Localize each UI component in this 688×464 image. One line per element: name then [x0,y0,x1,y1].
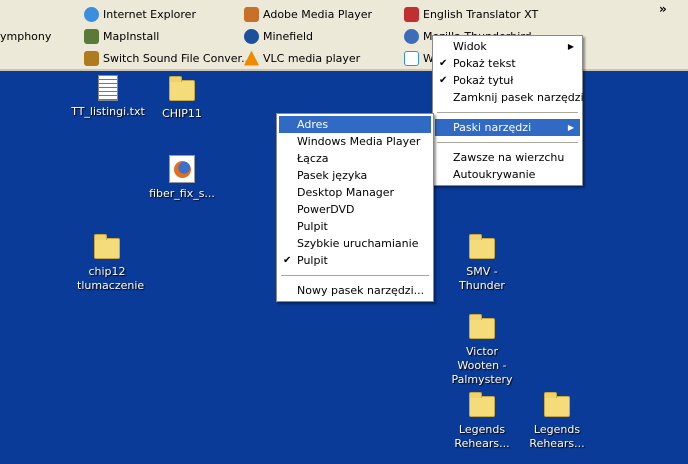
folder-icon [544,392,570,417]
menu-item-label: Adres [297,118,329,131]
desktop-icon-fiber-fix[interactable]: fiber_fix_s... [142,155,222,201]
thunderbird-icon [404,28,419,44]
menu-item-label: Pulpit [297,254,328,267]
toolbar-item-label: Internet Explorer [103,7,196,21]
menu-item-label: Autoukrywanie [453,168,536,181]
desktop-icon-smv-thunder[interactable]: SMV - Thunder [442,234,522,293]
english-translator-icon [404,6,419,22]
submenu-item-szybkie-uruchamianie[interactable]: Szybkie uruchamianie [279,235,431,252]
toolbar-item-label: ymphony [0,29,52,43]
menu-item-label: PowerDVD [297,203,355,216]
toolbar-item-english-translator[interactable]: English Translator XT [404,5,538,23]
desktop-icon-tt-listingi[interactable]: TT_listingi.txt [68,75,148,119]
quick-launch-toolbar: ymphony Internet Explorer MapInstall Swi… [0,0,688,71]
menu-item-autoukrywanie[interactable]: Autoukrywanie [435,166,580,183]
toolbar-item-internet-explorer[interactable]: Internet Explorer [84,5,196,23]
submenu-item-pasek-jezyka[interactable]: Pasek języka [279,167,431,184]
toolbar-item-symphony[interactable]: ymphony [0,27,51,45]
submenu-arrow-icon: ▶ [567,123,574,132]
desktop-icon-label: chip12 tlumaczenie [77,265,145,292]
folder-icon [469,234,495,259]
desktop-icon-label: Victor Wooten - Palmystery [451,345,513,386]
menu-item-paski-narzedzi[interactable]: Paski narzędzi ▶ [435,119,580,136]
desktop-icon-label: Legends Rehears... [529,423,585,450]
desktop-icon-legends-1[interactable]: Legends Rehears... [442,392,522,451]
text-file-icon [98,75,118,101]
desktop-icon-label: fiber_fix_s... [149,187,215,200]
menu-item-label: Windows Media Player [297,135,421,148]
toolbar-item-adobe-media-player[interactable]: Adobe Media Player [244,5,372,23]
menu-item-label: Szybkie uruchamianie [297,237,419,250]
submenu-item-pulpit[interactable]: Pulpit [279,218,431,235]
toolbar-item-label: MapInstall [103,29,160,43]
desktop-icon-chip11[interactable]: CHIP11 [142,76,222,121]
menu-item-label: Paski narzędzi [453,121,532,134]
menu-item-zawsze-na-wierzchu[interactable]: Zawsze na wierzchu [435,149,580,166]
toolbar-context-menu: Widok ▶ ✔ Pokaż tekst ✔ Pokaż tytuł Zamknij… [432,35,584,186]
menu-separator [281,275,429,276]
submenu-item-pulpit-checked[interactable]: ✔ Pulpit [279,252,431,269]
menu-separator [437,142,578,143]
submenu-item-desktop-manager[interactable]: Desktop Manager [279,184,431,201]
menu-item-label: Nowy pasek narzędzi... [297,284,425,297]
desktop-icon-label: TT_listingi.txt [71,105,145,118]
menu-item-widok[interactable]: Widok ▶ [435,38,580,55]
toolbar-item-label: VLC media player [263,51,361,65]
folder-icon [169,76,195,101]
menu-item-label: Zawsze na wierzchu [453,151,565,164]
toolbars-submenu: Adres Windows Media Player Łącza Pasek j… [276,113,434,302]
submenu-item-windows-media-player[interactable]: Windows Media Player [279,133,431,150]
toolbar-overflow-chevron[interactable]: » [659,2,667,16]
menu-item-pokaz-tekst[interactable]: ✔ Pokaż tekst [435,55,580,72]
menu-separator [437,112,578,113]
adobe-media-player-icon [244,6,259,22]
menu-item-label: Pulpit [297,220,328,233]
submenu-item-adres[interactable]: Adres [279,116,431,133]
folder-icon [469,314,495,339]
minefield-icon [244,28,259,44]
menu-item-zamknij[interactable]: Zamknij pasek narzędzi [435,89,584,106]
toolbar-item-label: Switch Sound File Conver... [103,51,252,65]
checkmark-icon: ✔ [439,75,448,86]
folder-icon [469,392,495,417]
desktop-icon-legends-2[interactable]: Legends Rehears... [517,392,597,451]
toolbar-item-label: Minefield [263,29,314,43]
desktop-icon-label: Legends Rehears... [454,423,510,450]
folder-icon [94,234,120,259]
toolbar-item-minefield[interactable]: Minefield [244,27,313,45]
toolbar-item-label: English Translator XT [423,7,539,21]
toolbar-item-vlc[interactable]: VLC media player [244,49,360,67]
document-ie-icon [404,50,419,66]
mapinstall-icon [84,28,99,44]
firefox-shortcut-icon [169,155,195,183]
toolbar-item-mapinstall[interactable]: MapInstall [84,27,159,45]
checkmark-icon: ✔ [439,58,448,69]
submenu-item-lacza[interactable]: Łącza [279,150,431,167]
toolbar-item-label: Adobe Media Player [263,7,373,21]
submenu-item-powerdvd[interactable]: PowerDVD [279,201,431,218]
menu-item-label: Pokaż tekst [453,57,516,70]
desktop-icon-label: CHIP11 [162,107,202,120]
desktop-icon-label: SMV - Thunder [459,265,505,292]
menu-item-label: Łącza [297,152,329,165]
menu-item-label: Desktop Manager [297,186,395,199]
internet-explorer-icon [84,6,99,22]
desktop-icon-chip12[interactable]: chip12 tlumaczenie [67,234,147,293]
menu-item-label: Pokaż tytuł [453,74,514,87]
desktop-icon-victor-wooten[interactable]: Victor Wooten - Palmystery [437,314,527,387]
toolbar-item-switch-sound[interactable]: Switch Sound File Conver... [84,49,252,67]
menu-item-label: Zamknij pasek narzędzi [453,91,584,104]
submenu-item-nowy-pasek[interactable]: Nowy pasek narzędzi... [279,282,431,299]
menu-item-pokaz-tytul[interactable]: ✔ Pokaż tytuł [435,72,580,89]
menu-item-label: Widok [453,40,487,53]
submenu-arrow-icon: ▶ [567,42,574,51]
toolbar-item-w[interactable]: W [404,49,434,67]
vlc-icon [244,50,259,66]
switch-sound-icon [84,50,99,66]
menu-item-label: Pasek języka [297,169,368,182]
checkmark-icon: ✔ [283,255,292,266]
